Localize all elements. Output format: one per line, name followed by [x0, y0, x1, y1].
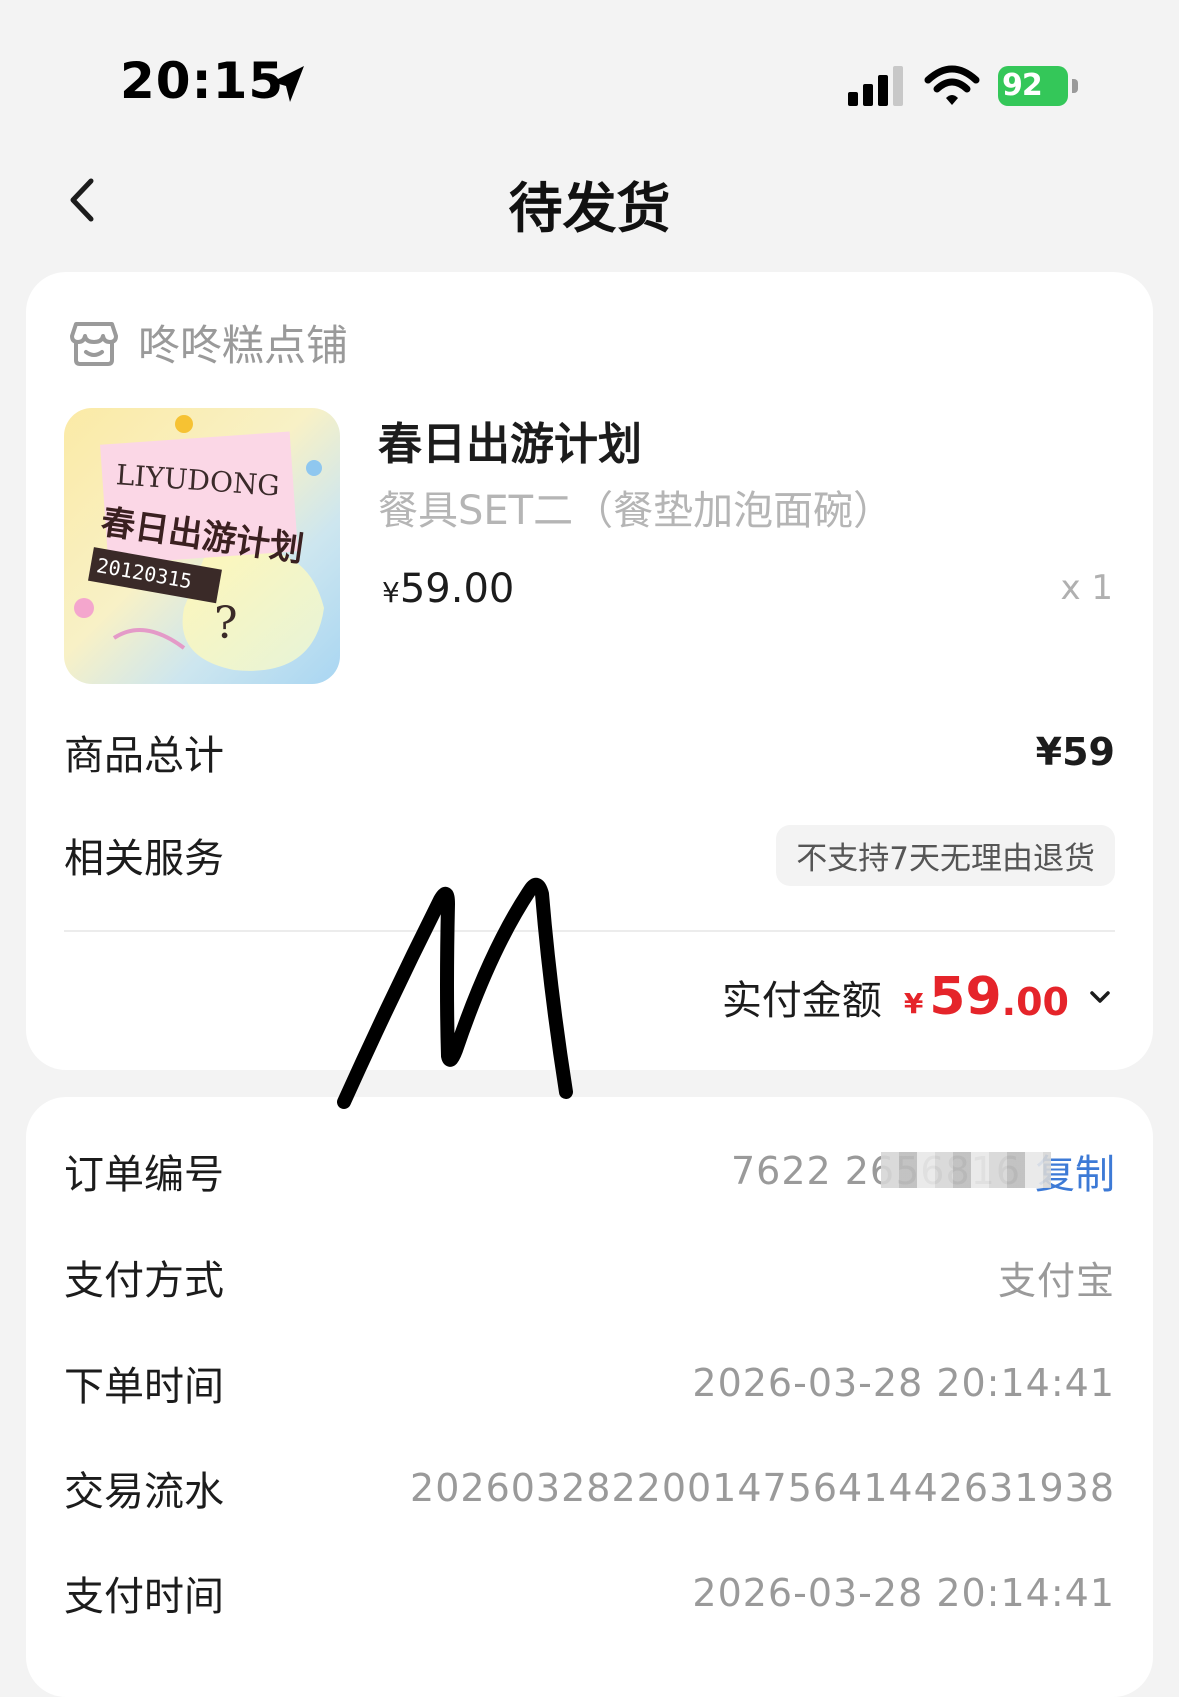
payment-method-row: 支付方式 支付宝 [64, 1247, 1115, 1307]
goods-total-label: 商品总计 [64, 733, 224, 779]
service-label: 相关服务 [64, 836, 224, 882]
paid-currency: ¥ [903, 986, 924, 1020]
signal-icon [848, 66, 903, 106]
paid-amount-label: 实付金额 [721, 978, 882, 1024]
status-time: 20:15 [120, 52, 285, 110]
product-thumbnail[interactable]: LIYUDONG 春日出游计划 20120315 ? [64, 408, 340, 684]
transaction-row: 交易流水 2026032822001475641442631938 [64, 1458, 1115, 1518]
redaction-mask [880, 1152, 1051, 1188]
page-title: 待发货 [508, 177, 671, 240]
paid-amount-integer: 59 [929, 967, 1002, 1027]
product-card: 咚咚糕点铺 LIYUDONG 春日出游计划 20120315 ? 春日出游计划 … [26, 272, 1153, 1070]
order-info-card: 订单编号 7622 2656816 复制 支付方式 支付宝 下单时间 2026-… [26, 1097, 1153, 1697]
pay-time-row: 支付时间 2026-03-28 20:14:41 [64, 1563, 1115, 1623]
battery-icon: 92 [998, 64, 1080, 108]
service-row: 相关服务 不支持7天无理由退货 [64, 824, 1115, 886]
order-time-value: 2026-03-28 20:14:41 [692, 1361, 1115, 1405]
payment-method-value: 支付宝 [997, 1258, 1115, 1303]
wifi-icon [924, 65, 980, 105]
shop-name: 咚咚糕点铺 [138, 320, 349, 370]
location-arrow-icon [272, 66, 304, 102]
goods-total-value: ¥59 [1035, 730, 1115, 774]
nav-bar: 待发货 [0, 150, 1179, 260]
product-cover-art: LIYUDONG 春日出游计划 20120315 ? [64, 408, 340, 684]
payment-method-label: 支付方式 [64, 1258, 224, 1304]
paid-amount-decimal: .00 [1001, 980, 1069, 1024]
order-id-label: 订单编号 [64, 1152, 224, 1198]
product-quantity: x 1 [1060, 568, 1113, 608]
price-currency: ¥ [382, 576, 400, 609]
product-price: ¥59.00 [382, 566, 514, 612]
chevron-down-icon[interactable] [1087, 984, 1113, 1010]
transaction-value: 2026032822001475641442631938 [410, 1466, 1115, 1510]
product-spec: 餐具SET二（餐垫加泡面碗） [378, 488, 894, 534]
order-time-row: 下单时间 2026-03-28 20:14:41 [64, 1353, 1115, 1413]
battery-cap [1072, 79, 1078, 93]
goods-total-row: 商品总计 ¥59 [64, 722, 1115, 782]
status-bar: 20:15 92 [0, 0, 1179, 150]
price-value: 59.00 [399, 566, 515, 612]
divider [64, 930, 1115, 932]
transaction-label: 交易流水 [64, 1469, 224, 1515]
shop-icon [70, 322, 118, 366]
product-title: 春日出游计划 [378, 419, 642, 470]
svg-text:?: ? [214, 598, 238, 649]
pay-time-label: 支付时间 [64, 1574, 224, 1620]
service-tag[interactable]: 不支持7天无理由退货 [776, 824, 1115, 886]
shop-row[interactable]: 咚咚糕点铺 [66, 312, 348, 372]
order-id-group: 7622 2656816 复制 [731, 1142, 1115, 1200]
pay-time-value: 2026-03-28 20:14:41 [692, 1571, 1115, 1615]
order-time-label: 下单时间 [64, 1364, 224, 1410]
battery-level: 92 [998, 66, 1068, 106]
order-id-row: 订单编号 7622 2656816 复制 [64, 1141, 1115, 1201]
paid-amount-row[interactable]: 实付金额 ¥ 59 .00 [722, 962, 1113, 1032]
